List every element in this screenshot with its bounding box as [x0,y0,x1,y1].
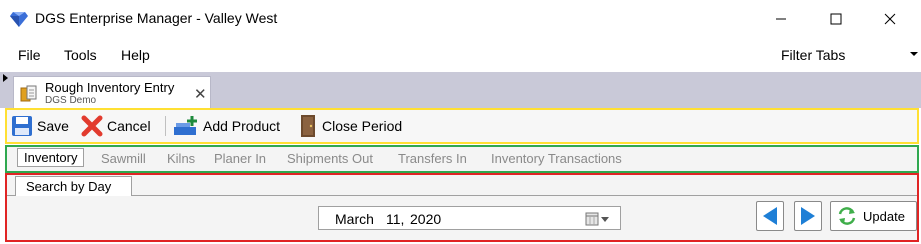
cancel-x-icon [81,115,103,137]
date-year[interactable]: 2020 [410,211,441,227]
cancel-label: Cancel [107,118,151,134]
add-product-icon [174,116,197,135]
document-tab-subtitle: DGS Demo [45,95,97,106]
inner-tab-divider [7,195,917,196]
door-icon [301,115,315,137]
tab-inventory[interactable]: Inventory [17,148,85,167]
window-title: DGS Enterprise Manager - Valley West [35,10,278,26]
tab-transfers-in[interactable]: Transfers In [398,151,467,166]
date-picker[interactable]: March 11, 2020 [318,206,621,230]
save-label: Save [37,118,69,134]
close-icon [884,13,896,25]
date-month[interactable]: March [335,211,374,227]
arrow-right-icon [801,207,815,225]
section-tab-bar: Inventory Sawmill Kilns Planer In Shipme… [5,145,919,173]
cancel-button[interactable]: Cancel [81,110,151,142]
arrow-left-icon [763,207,777,225]
menu-bar: File Tools Help Filter Tabs [0,38,921,72]
previous-day-button[interactable] [756,201,784,231]
close-period-label: Close Period [322,118,403,134]
gem-icon [10,12,28,27]
tab-search-by-day[interactable]: Search by Day [15,176,132,196]
refresh-icon [838,207,856,225]
chevron-down-icon[interactable] [910,52,918,56]
filter-tabs-menu[interactable]: Filter Tabs [781,47,845,63]
minimize-button[interactable] [758,0,804,38]
caret-right-icon [3,74,8,82]
toolbar-separator [165,116,166,136]
tab-shipments-out[interactable]: Shipments Out [287,151,373,166]
maximize-icon [830,13,842,25]
menu-help[interactable]: Help [121,47,150,63]
maximize-button[interactable] [813,0,859,38]
save-button[interactable]: Save [11,110,69,142]
add-product-button[interactable]: Add Product [173,110,280,142]
save-icon [12,116,32,136]
next-day-button[interactable] [794,201,822,231]
minimize-icon [776,18,786,20]
document-tab-rough-inventory[interactable]: Rough Inventory Entry DGS Demo ✕ [13,76,211,108]
tab-sawmill[interactable]: Sawmill [101,151,146,166]
title-bar: DGS Enterprise Manager - Valley West [0,0,921,38]
toolbar: Save Cancel Add Product Close Period [5,108,919,144]
document-icon [20,85,37,102]
close-window-button[interactable] [867,0,913,38]
close-period-button[interactable]: Close Period [298,110,402,142]
document-tab-strip: Rough Inventory Entry DGS Demo ✕ [0,72,921,108]
tab-inventory-transactions[interactable]: Inventory Transactions [491,151,622,166]
calendar-dropdown-icon[interactable] [585,211,613,227]
date-day[interactable]: 11, [386,211,404,227]
content-panel: Search by Day March 11, 2020 Update [5,173,919,242]
tab-planer-in[interactable]: Planer In [214,151,266,166]
menu-tools[interactable]: Tools [64,47,97,63]
document-tab-title: Rough Inventory Entry [45,80,175,95]
menu-file[interactable]: File [18,47,41,63]
update-button[interactable]: Update [830,201,917,231]
close-tab-icon[interactable]: ✕ [194,85,207,103]
update-label: Update [863,208,905,224]
add-product-label: Add Product [203,118,281,134]
tab-kilns[interactable]: Kilns [167,151,195,166]
